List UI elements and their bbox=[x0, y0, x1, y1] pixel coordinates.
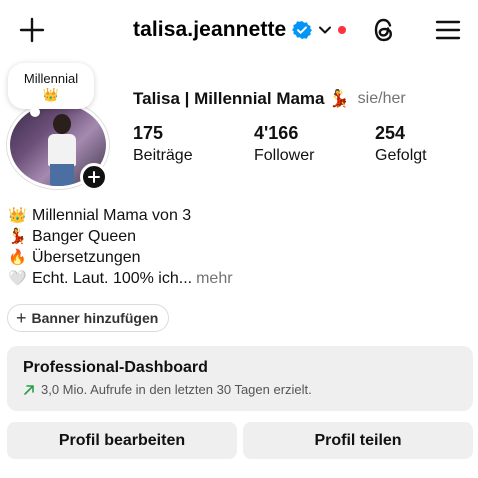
stat-label: Beiträge bbox=[133, 147, 193, 164]
edit-profile-label: Profil bearbeiten bbox=[58, 431, 186, 449]
bio-line: 💃 Banger Queen bbox=[8, 226, 233, 247]
plus-icon bbox=[88, 171, 100, 183]
stat-label: Gefolgt bbox=[375, 147, 427, 164]
avatar-figure-shirt bbox=[48, 134, 76, 166]
create-button[interactable] bbox=[14, 12, 50, 48]
share-profile-label: Profil teilen bbox=[314, 431, 402, 449]
note-text: Millennial bbox=[23, 71, 79, 86]
verified-badge-icon bbox=[292, 20, 313, 40]
avatar-figure-head bbox=[53, 114, 71, 134]
hamburger-menu-icon bbox=[435, 20, 461, 40]
stat-value: 254 bbox=[375, 123, 406, 143]
crown-emoji-icon: 👑 bbox=[8, 207, 27, 224]
add-story-button[interactable] bbox=[80, 163, 108, 191]
avatar-figure-legs bbox=[50, 164, 74, 186]
notification-dot bbox=[338, 26, 347, 34]
stat-posts[interactable]: 175 Beiträge bbox=[133, 123, 193, 165]
bio-text: Millennial Mama von 3 bbox=[32, 207, 192, 224]
threads-icon bbox=[374, 18, 393, 42]
dashboard-subtitle-row: 3,0 Mio. Aufrufe in den letzten 30 Tagen… bbox=[23, 382, 457, 397]
bio-text: Übersetzungen bbox=[32, 249, 141, 266]
stat-followers[interactable]: 4'166 Follower bbox=[254, 123, 314, 165]
plus-icon: + bbox=[16, 308, 27, 328]
menu-button[interactable] bbox=[430, 12, 466, 48]
plus-icon bbox=[19, 17, 45, 43]
bio-text: Banger Queen bbox=[32, 228, 137, 245]
pronouns: sie/her bbox=[357, 90, 406, 107]
threads-button[interactable] bbox=[366, 12, 402, 48]
chevron-down-icon bbox=[318, 23, 332, 37]
bio-text: Echt. Laut. 100% ich... bbox=[32, 270, 193, 287]
stat-value: 4'166 bbox=[254, 123, 299, 143]
username: talisa.jeannette bbox=[133, 18, 287, 41]
professional-dashboard[interactable]: Professional-Dashboard 3,0 Mio. Aufrufe … bbox=[7, 346, 473, 411]
bio-line: 🤍 Echt. Laut. 100% ich... mehr bbox=[8, 268, 233, 289]
dancer-emoji-icon: 💃 bbox=[8, 228, 27, 245]
stat-value: 175 bbox=[133, 123, 164, 143]
top-bar: talisa.jeannette bbox=[0, 0, 478, 58]
dashboard-title: Professional-Dashboard bbox=[23, 359, 208, 376]
account-switcher[interactable]: talisa.jeannette bbox=[133, 16, 347, 44]
profile-note[interactable]: Millennial 👑 bbox=[8, 63, 94, 117]
edit-profile-button[interactable]: Profil bearbeiten bbox=[7, 422, 237, 459]
display-name: Talisa | Millennial Mama bbox=[133, 89, 325, 108]
share-profile-button[interactable]: Profil teilen bbox=[243, 422, 473, 459]
bio-line: 🔥 Übersetzungen bbox=[8, 247, 233, 268]
display-name-row: Talisa | Millennial Mama 💃 sie/her bbox=[133, 89, 406, 109]
white-heart-emoji-icon: 🤍 bbox=[8, 270, 27, 287]
stat-following[interactable]: 254 Gefolgt bbox=[375, 123, 427, 165]
bio-more-link[interactable]: mehr bbox=[196, 268, 232, 289]
note-emoji: 👑 bbox=[42, 87, 60, 102]
trend-up-icon bbox=[23, 384, 35, 396]
display-name-emoji: 💃 bbox=[328, 89, 350, 108]
fire-emoji-icon: 🔥 bbox=[8, 249, 27, 266]
dashboard-subtitle: 3,0 Mio. Aufrufe in den letzten 30 Tagen… bbox=[41, 382, 312, 397]
bio-line: 👑 Millennial Mama von 3 bbox=[8, 205, 233, 226]
stat-label: Follower bbox=[254, 147, 315, 164]
bio: 👑 Millennial Mama von 3 💃 Banger Queen 🔥… bbox=[8, 205, 233, 289]
add-banner-button[interactable]: + Banner hinzufügen bbox=[7, 304, 170, 332]
add-banner-label: Banner hinzufügen bbox=[31, 310, 159, 326]
